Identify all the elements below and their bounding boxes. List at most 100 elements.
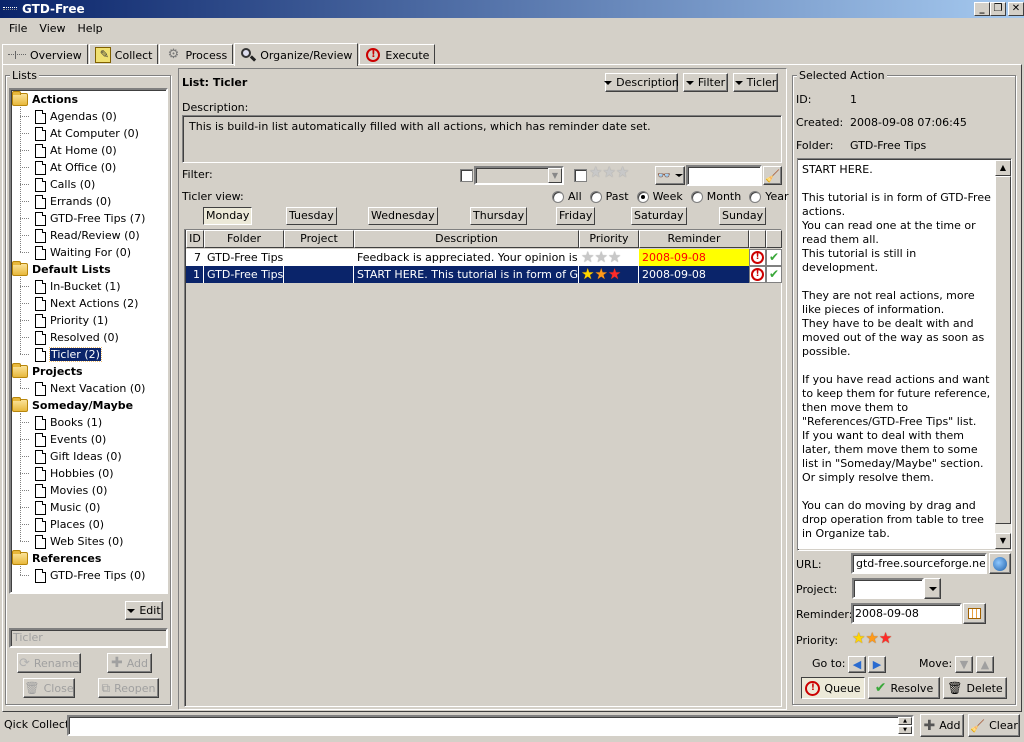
tree-folder[interactable]: Default Lists (12, 261, 111, 278)
tree-folder[interactable]: References (12, 550, 101, 567)
cell-resolve[interactable]: ✔ (766, 249, 782, 266)
column-header[interactable]: Project (284, 230, 354, 248)
tree-list-item[interactable]: Events (0) (35, 431, 106, 448)
table-row[interactable]: 1 GTD-Free Tips START HERE. This tutorial … (186, 266, 782, 283)
toggle-filter-button[interactable]: Filter (683, 73, 728, 92)
minimize-button[interactable]: _ (974, 2, 990, 16)
quick-collect-input[interactable] (67, 715, 914, 736)
tree-folder[interactable]: Someday/Maybe (12, 397, 133, 414)
reminder-input[interactable]: 2008-09-08 (851, 603, 962, 624)
resolve-button[interactable]: ✔ Resolve (868, 677, 940, 699)
tree-list-item[interactable]: In-Bucket (1) (35, 278, 121, 295)
tree-list-item[interactable]: Agendas (0) (35, 108, 117, 125)
scroll-thumb[interactable] (995, 176, 1011, 524)
close-list-button[interactable]: 🗑 Close (23, 678, 75, 698)
ticler-option-month[interactable]: Month (690, 190, 741, 203)
tree-list-item[interactable]: GTD-Free Tips (7) (35, 210, 145, 227)
clear-filter-button[interactable]: 🧹 (763, 166, 782, 185)
tree-list-item[interactable]: Next Vacation (0) (35, 380, 145, 397)
tree-list-item[interactable]: Places (0) (35, 516, 104, 533)
tree-list-item[interactable]: Ticler (2) (35, 346, 102, 363)
filter-search-input[interactable] (686, 165, 762, 186)
action-description-text[interactable]: START HERE. This tutorial is in form of … (798, 160, 995, 549)
chevron-down-icon[interactable]: ▼ (548, 168, 562, 183)
open-url-button[interactable] (989, 553, 1011, 574)
tab-process[interactable]: ⚙ Process (159, 44, 234, 65)
filter-project-checkbox[interactable] (460, 169, 473, 182)
tab-organize-review[interactable]: Organize/Review (234, 43, 359, 66)
tree-list-item[interactable]: Movies (0) (35, 482, 107, 499)
tree-list-item[interactable]: Priority (1) (35, 312, 108, 329)
filter-priority-stars[interactable]: ★★★ (589, 164, 629, 180)
toggle-description-button[interactable]: Description (604, 73, 679, 92)
column-header[interactable]: Reminder (639, 230, 749, 248)
spinner-up-icon[interactable]: ▲ (898, 717, 912, 725)
day-button-sunday[interactable]: Sunday (719, 207, 767, 225)
lists-tree[interactable]: Actions Agendas (0) At Computer (0) At Home… (9, 88, 168, 594)
tree-folder[interactable]: Actions (12, 91, 78, 108)
tree-list-item[interactable]: Calls (0) (35, 176, 95, 193)
quick-collect-spinner[interactable]: ▲ ▼ (898, 717, 912, 734)
delete-button[interactable]: 🗑 Delete (943, 677, 1007, 699)
tree-list-item[interactable]: GTD-Free Tips (0) (35, 567, 145, 584)
reopen-list-button[interactable]: ⧉ Reopen (98, 678, 159, 698)
tree-list-item[interactable]: At Computer (0) (35, 125, 139, 142)
edit-dropdown-button[interactable]: Edit (125, 601, 163, 620)
cell-queue[interactable]: ! (749, 249, 766, 266)
menu-view[interactable]: View (33, 22, 71, 35)
ticler-option-year[interactable]: Year (749, 190, 789, 203)
ticler-option-past[interactable]: Past (589, 190, 629, 203)
quick-collect-clear-button[interactable]: 🧹 Clear (968, 714, 1020, 737)
description-scrollbar[interactable]: ▲ ▼ (995, 160, 1011, 549)
tree-list-item[interactable]: At Home (0) (35, 142, 117, 159)
url-input[interactable]: gtd-free.sourceforge.net/ (851, 553, 987, 574)
tree-folder[interactable]: Projects (12, 363, 83, 380)
search-mode-button[interactable]: 👓 (655, 166, 685, 185)
project-combo[interactable] (852, 578, 924, 599)
toggle-ticler-button[interactable]: Ticler (733, 73, 778, 92)
tree-list-item[interactable]: Waiting For (0) (35, 244, 131, 261)
list-description-box[interactable]: This is build-in list automatically fill… (182, 115, 782, 163)
calendar-button[interactable] (963, 603, 986, 624)
column-header[interactable] (749, 230, 766, 248)
table-row[interactable]: 7 GTD-Free Tips Feedback is appreciated. Y… (186, 249, 782, 266)
rename-button[interactable]: ⟳ Rename (17, 653, 81, 673)
tree-list-item[interactable]: Read/Review (0) (35, 227, 140, 244)
cell-resolve[interactable]: ✔ (766, 266, 782, 283)
scroll-down-button[interactable]: ▼ (995, 533, 1011, 549)
day-button-monday[interactable]: Monday (203, 207, 253, 225)
tree-list-item[interactable]: Web Sites (0) (35, 533, 123, 550)
column-header[interactable]: Folder (204, 230, 284, 248)
tree-list-item[interactable]: Hobbies (0) (35, 465, 114, 482)
ticler-option-all[interactable]: All (552, 190, 582, 203)
quick-collect-add-button[interactable]: ✚ Add (920, 714, 964, 737)
tree-list-item[interactable]: Errands (0) (35, 193, 111, 210)
day-button-tuesday[interactable]: Tuesday (286, 207, 337, 225)
menu-help[interactable]: Help (72, 22, 109, 35)
goto-previous-button[interactable]: ◀ (848, 656, 866, 673)
filter-priority-checkbox[interactable] (574, 169, 587, 182)
column-header[interactable]: ID (186, 230, 204, 248)
tree-list-item[interactable]: Next Actions (2) (35, 295, 138, 312)
day-button-thursday[interactable]: Thursday (470, 207, 528, 225)
move-up-button[interactable]: ▲ (976, 656, 994, 673)
scroll-up-button[interactable]: ▲ (995, 160, 1011, 176)
tree-list-item[interactable]: At Office (0) (35, 159, 116, 176)
list-name-field[interactable]: Ticler (9, 628, 168, 648)
goto-next-button[interactable]: ▶ (868, 656, 886, 673)
column-header[interactable] (766, 230, 782, 248)
filter-project-combo[interactable]: ▼ (474, 166, 564, 185)
tree-list-item[interactable]: Resolved (0) (35, 329, 119, 346)
priority-stars[interactable]: ★★★ (852, 630, 892, 646)
tree-list-item[interactable]: Gift Ideas (0) (35, 448, 122, 465)
add-list-button[interactable]: ✚ Add (107, 653, 152, 673)
tab-overview[interactable]: Overview (2, 44, 88, 65)
column-header[interactable]: Priority (579, 230, 639, 248)
cell-queue[interactable]: ! (749, 266, 766, 283)
menu-file[interactable]: File (3, 22, 33, 35)
tab-collect[interactable]: ✎ Collect (88, 44, 159, 65)
tree-list-item[interactable]: Music (0) (35, 499, 100, 516)
close-button[interactable]: ✕ (1008, 2, 1024, 16)
day-button-friday[interactable]: Friday (556, 207, 596, 225)
column-header[interactable]: Description (354, 230, 579, 248)
